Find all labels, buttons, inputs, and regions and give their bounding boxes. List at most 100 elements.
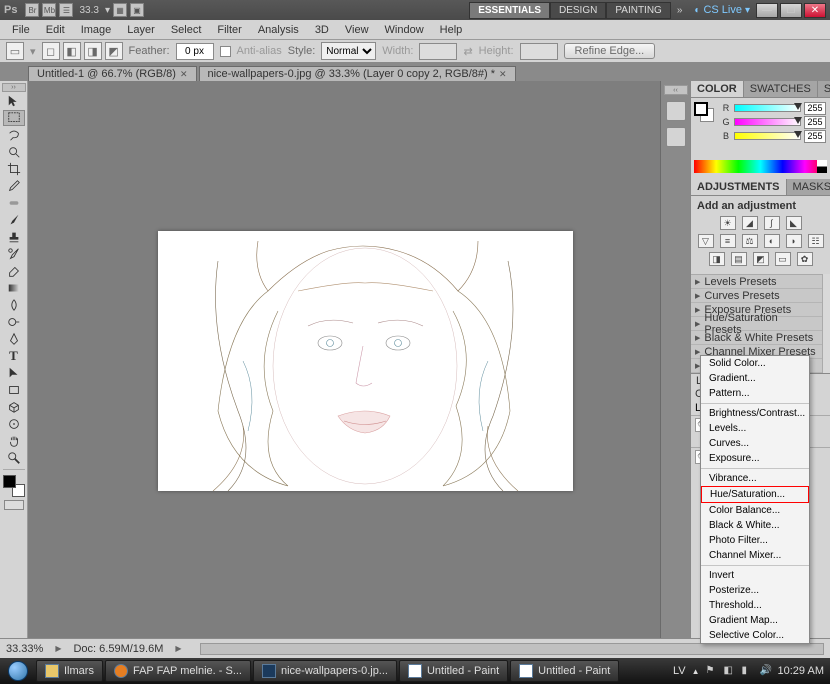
threshold-icon[interactable]: ◩ (753, 252, 769, 266)
status-tri-icon[interactable]: ▶ (55, 644, 61, 653)
taskbar-item[interactable]: Ilmars (36, 660, 103, 682)
invert-icon[interactable]: ◨ (709, 252, 725, 266)
cs-live[interactable]: ◐ CS Live ▾ (694, 4, 750, 16)
zoom-tool-icon[interactable] (3, 450, 25, 466)
healing-tool-icon[interactable] (3, 195, 25, 211)
menu-invert[interactable]: Invert (701, 568, 809, 583)
menu-selective-color[interactable]: Selective Color... (701, 628, 809, 643)
menu-photo-filter[interactable]: Photo Filter... (701, 533, 809, 548)
start-button[interactable] (2, 659, 34, 683)
styles-tab[interactable]: STYLES (818, 81, 830, 97)
bw-icon[interactable]: ◐ (764, 234, 780, 248)
huesat-icon[interactable]: ≡ (720, 234, 736, 248)
taskbar-item[interactable]: Untitled - Paint (510, 660, 619, 682)
g-slider[interactable] (734, 118, 801, 126)
color-swatch[interactable] (694, 102, 714, 122)
workspace-design[interactable]: DESIGN (550, 2, 606, 19)
expand-panels-icon[interactable]: ‹‹ (664, 85, 688, 95)
preset-curves[interactable]: ▶Curves Presets (691, 289, 822, 303)
menu-analysis[interactable]: Analysis (250, 22, 307, 38)
marquee-tool-icon[interactable] (3, 110, 25, 126)
menu-view[interactable]: View (337, 22, 377, 38)
selection-new-icon[interactable]: ◻ (42, 42, 60, 60)
chanmix-icon[interactable]: ☷ (808, 234, 824, 248)
menu-posterize[interactable]: Posterize... (701, 583, 809, 598)
tray-network-icon[interactable]: ▮ (742, 665, 754, 677)
tool-marquee-icon[interactable]: ▭ (6, 42, 24, 60)
3d-tool-icon[interactable] (3, 399, 25, 415)
window-minimize[interactable]: — (756, 3, 778, 18)
status-zoom[interactable]: 33.33% (6, 643, 43, 655)
color-tab[interactable]: COLOR (691, 81, 744, 97)
menu-select[interactable]: Select (163, 22, 210, 38)
taskbar-item[interactable]: nice-wallpapers-0.jp... (253, 660, 397, 682)
menu-window[interactable]: Window (377, 22, 432, 38)
eraser-tool-icon[interactable] (3, 263, 25, 279)
quickmask-toggle[interactable] (4, 500, 24, 510)
preset-levels[interactable]: ▶Levels Presets (691, 275, 822, 289)
zoom-level[interactable]: 33.3 (79, 5, 98, 16)
selection-intersect-icon[interactable]: ◩ (105, 42, 123, 60)
colorbal-icon[interactable]: ⚖ (742, 234, 758, 248)
close-tab-icon[interactable]: ✕ (499, 69, 507, 80)
r-value[interactable]: 255 (804, 102, 826, 115)
hand-tool-icon[interactable] (3, 433, 25, 449)
menu-threshold[interactable]: Threshold... (701, 598, 809, 613)
selection-subtract-icon[interactable]: ◨ (84, 42, 102, 60)
tray-icon[interactable]: ⚑ (706, 665, 718, 677)
workspace-essentials[interactable]: ESSENTIALS (469, 2, 550, 19)
adjustments-tab[interactable]: ADJUSTMENTS (691, 179, 787, 195)
menu-brightness[interactable]: Brightness/Contrast... (701, 406, 809, 421)
launch-bridge-icon[interactable]: Br (25, 3, 39, 17)
g-value[interactable]: 255 (804, 116, 826, 129)
exposure-icon[interactable]: ◣ (786, 216, 802, 230)
vibrance-icon[interactable]: ▽ (698, 234, 714, 248)
color-ramp[interactable] (694, 160, 827, 173)
tools-collapse[interactable]: ›› (2, 83, 26, 92)
menu-pattern[interactable]: Pattern... (701, 386, 809, 401)
menu-layer[interactable]: Layer (119, 22, 163, 38)
menu-image[interactable]: Image (73, 22, 120, 38)
menu-hue-saturation[interactable]: Hue/Saturation... (701, 486, 809, 503)
photofilter-icon[interactable]: ◗ (786, 234, 802, 248)
menu-gradient-map[interactable]: Gradient Map... (701, 613, 809, 628)
canvas-scrollbar[interactable] (200, 643, 824, 655)
selcolor-icon[interactable]: ✿ (797, 252, 813, 266)
r-slider[interactable] (734, 104, 801, 112)
more-workspaces-icon[interactable]: » (677, 5, 683, 16)
blur-tool-icon[interactable] (3, 297, 25, 313)
eyedropper-tool-icon[interactable] (3, 178, 25, 194)
menu-edit[interactable]: Edit (38, 22, 73, 38)
mini-bridge-icon[interactable]: Mb (42, 3, 56, 17)
menu-curves[interactable]: Curves... (701, 436, 809, 451)
menu-help[interactable]: Help (432, 22, 471, 38)
tray-volume-icon[interactable]: 🔊 (760, 665, 772, 677)
close-tab-icon[interactable]: ✕ (180, 69, 188, 80)
type-tool-icon[interactable]: T (3, 348, 25, 364)
brightness-icon[interactable]: ☀ (720, 216, 736, 230)
preset-huesat[interactable]: ▶Hue/Saturation Presets (691, 317, 822, 331)
3d-camera-tool-icon[interactable] (3, 416, 25, 432)
quick-select-tool-icon[interactable] (3, 144, 25, 160)
menu-exposure[interactable]: Exposure... (701, 451, 809, 466)
fg-bg-swatches[interactable] (3, 475, 25, 497)
document-tab[interactable]: nice-wallpapers-0.jpg @ 33.3% (Layer 0 c… (199, 66, 516, 81)
tray-lang[interactable]: LV (673, 665, 686, 677)
document-tab[interactable]: Untitled-1 @ 66.7% (RGB/8)✕ (28, 66, 197, 81)
view-extras-icon[interactable]: ☰ (59, 3, 73, 17)
preset-bw[interactable]: ▶Black & White Presets (691, 331, 822, 345)
brush-tool-icon[interactable] (3, 212, 25, 228)
presets-scrollbar[interactable] (822, 274, 830, 373)
menu-gradient[interactable]: Gradient... (701, 371, 809, 386)
levels-icon[interactable]: ◢ (742, 216, 758, 230)
menu-color-balance[interactable]: Color Balance... (701, 503, 809, 518)
screen-mode-icon[interactable]: ▣ (130, 3, 144, 17)
taskbar-item[interactable]: Untitled - Paint (399, 660, 508, 682)
dodge-tool-icon[interactable] (3, 314, 25, 330)
menu-vibrance[interactable]: Vibrance... (701, 471, 809, 486)
style-select[interactable]: Normal (321, 42, 376, 60)
window-close[interactable]: ✕ (804, 3, 826, 18)
history-brush-tool-icon[interactable] (3, 246, 25, 262)
menu-file[interactable]: File (4, 22, 38, 38)
canvas-area[interactable] (28, 81, 660, 638)
